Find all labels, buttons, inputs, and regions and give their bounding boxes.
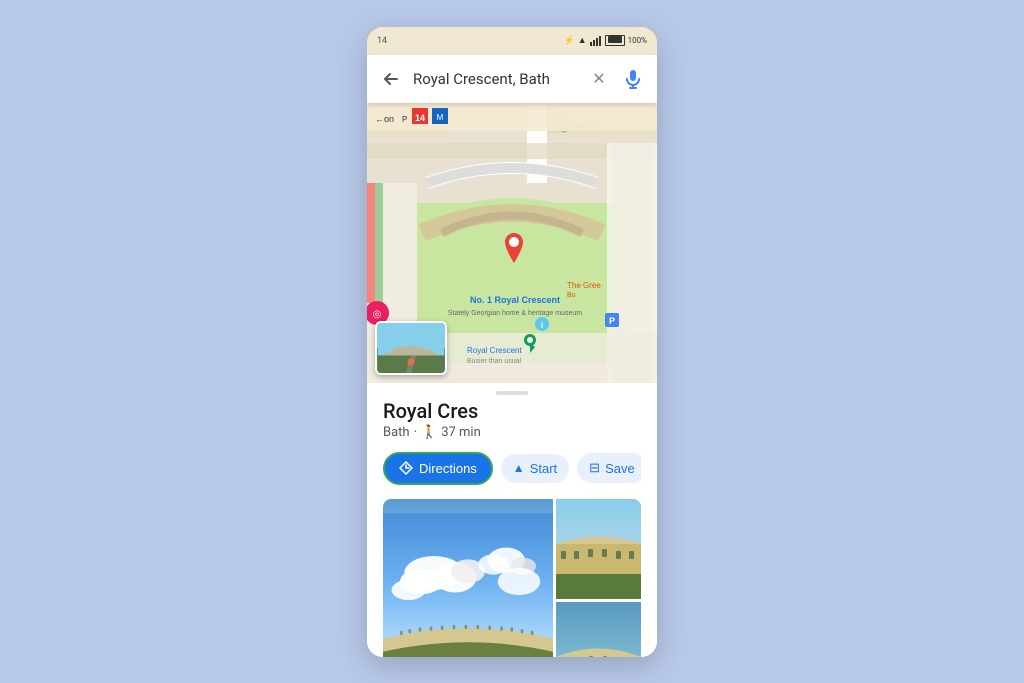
svg-text:P: P: [609, 316, 615, 326]
search-query: Royal Crescent, Bath: [413, 70, 579, 88]
action-buttons: Directions ▲ Start ⊟ Save <: [383, 452, 641, 485]
svg-text:i: i: [541, 321, 543, 330]
directions-icon: [399, 461, 413, 475]
separator: ·: [414, 425, 417, 440]
save-label: Save: [605, 461, 635, 476]
city-label: Bath: [383, 425, 410, 440]
handle-bar: [496, 391, 528, 395]
walking-icon: 🚶: [421, 425, 437, 440]
svg-text:Stately Georgian home & herita: Stately Georgian home & heritage museum: [448, 310, 582, 317]
bluetooth-icon: ⚡: [564, 36, 575, 46]
start-icon: ▲: [513, 461, 525, 475]
svg-text:The Gree: The Gree: [567, 281, 601, 290]
save-icon: ⊟: [589, 460, 600, 476]
status-icons: ⚡ ▲ 100%: [564, 35, 648, 46]
directions-label: Directions: [419, 461, 477, 476]
svg-text:Royal Crescent: Royal Crescent: [467, 346, 522, 355]
place-subtitle: Bath · 🚶 37 min: [383, 425, 641, 440]
svg-text:14: 14: [415, 113, 425, 123]
directions-button[interactable]: Directions: [383, 452, 493, 485]
svg-text:Bu: Bu: [567, 292, 576, 299]
svg-text:◎: ◎: [373, 309, 382, 320]
phone-frame: 14 ⚡ ▲ 100% Royal Cresce: [367, 27, 657, 657]
microphone-button[interactable]: [619, 65, 647, 93]
save-button[interactable]: ⊟ Save: [577, 453, 641, 483]
status-time: 14: [377, 36, 387, 46]
map-area[interactable]: No. 1 Royal Crescent Stately Georgian ho…: [367, 103, 657, 383]
signal-icon: [590, 36, 602, 46]
place-name: Royal Cres: [383, 399, 641, 423]
bottom-panel: Royal Cres Bath · 🚶 37 min Directions ▲: [367, 383, 657, 657]
street-view-thumbnail[interactable]: [375, 321, 447, 375]
svg-text:M: M: [437, 113, 444, 122]
walk-time: 37 min: [441, 425, 481, 440]
panel-handle: [367, 383, 657, 399]
photo-main[interactable]: [383, 499, 553, 657]
start-button[interactable]: ▲ Start: [501, 454, 569, 483]
start-label: Start: [530, 461, 557, 476]
photo-bottom-right[interactable]: [556, 602, 641, 657]
svg-text:No. 1 Royal Crescent: No. 1 Royal Crescent: [470, 295, 560, 305]
battery-icon: [605, 35, 625, 46]
search-bar: Royal Crescent, Bath ✕: [367, 55, 657, 103]
panel-content: Royal Cres Bath · 🚶 37 min Directions ▲: [367, 399, 657, 657]
battery-percent: 100%: [628, 36, 647, 45]
status-bar: 14 ⚡ ▲ 100%: [367, 27, 657, 55]
svg-text:P: P: [402, 115, 407, 124]
photos-grid: [383, 499, 641, 657]
back-button[interactable]: [377, 65, 405, 93]
photo-top-right[interactable]: [556, 499, 641, 599]
wifi-icon: ▲: [578, 35, 587, 46]
svg-text:Busier than usual: Busier than usual: [467, 358, 522, 365]
search-clear-button[interactable]: ✕: [587, 67, 611, 91]
svg-text:←on: ←on: [375, 114, 394, 124]
